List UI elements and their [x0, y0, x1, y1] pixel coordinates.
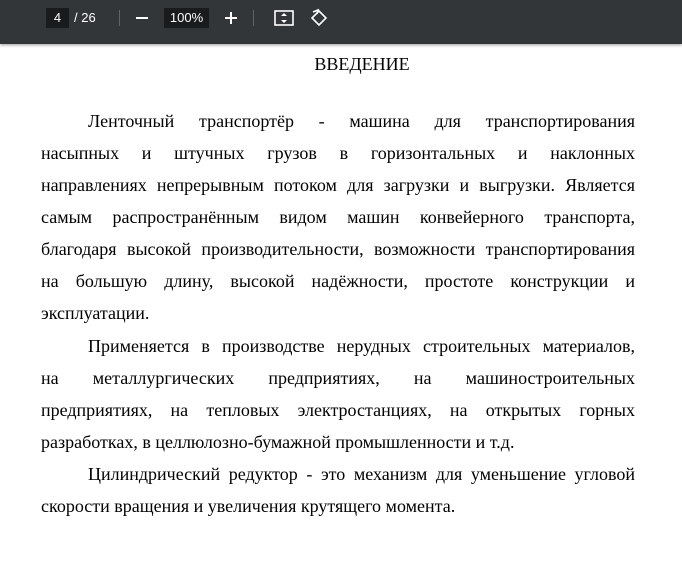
text-line: предприятиях, на тепловых электростанция… [41, 400, 635, 420]
text-line: эксплуатации. [41, 303, 150, 323]
zoom-out-button[interactable] [130, 6, 154, 30]
text-line: Цилиндрический редуктор - это механизм д… [88, 464, 635, 484]
text-line: разработках, в целлюлозно-бумажной промы… [41, 432, 515, 452]
text-line: направлениях непрерывным потоком для заг… [41, 175, 635, 195]
minus-icon [136, 17, 148, 19]
pdf-toolbar: 4 / 26 100% [0, 0, 682, 44]
section-title: ВВЕДЕНИЕ [314, 54, 410, 74]
text-line: на металлургических предприятиях, на маш… [41, 368, 635, 388]
fit-page-icon [274, 10, 294, 26]
rotate-button[interactable] [307, 6, 331, 30]
text-line: скорости вращения и увеличения крутящего… [41, 496, 456, 516]
divider [253, 10, 254, 26]
text-line: благодаря высокой производительности, во… [41, 239, 635, 259]
text-line: насыпных и штучных грузов в горизонтальн… [41, 143, 635, 163]
zoom-level-input[interactable]: 100% [164, 8, 209, 28]
divider [119, 10, 120, 26]
plus-icon [225, 12, 237, 24]
page-total: / 26 [74, 10, 96, 25]
text-line: на большую длину, высокой надёжности, пр… [41, 271, 635, 291]
fit-page-button[interactable] [272, 6, 296, 30]
rotate-icon [310, 8, 328, 27]
text-line: самым распространённым видом машин конве… [41, 207, 635, 227]
text-line: Ленточный транспортёр - машина для транс… [88, 111, 635, 131]
zoom-in-button[interactable] [219, 6, 243, 30]
text-line: Применяется в производстве нерудных стро… [88, 336, 635, 356]
page-number-input[interactable]: 4 [46, 8, 69, 28]
